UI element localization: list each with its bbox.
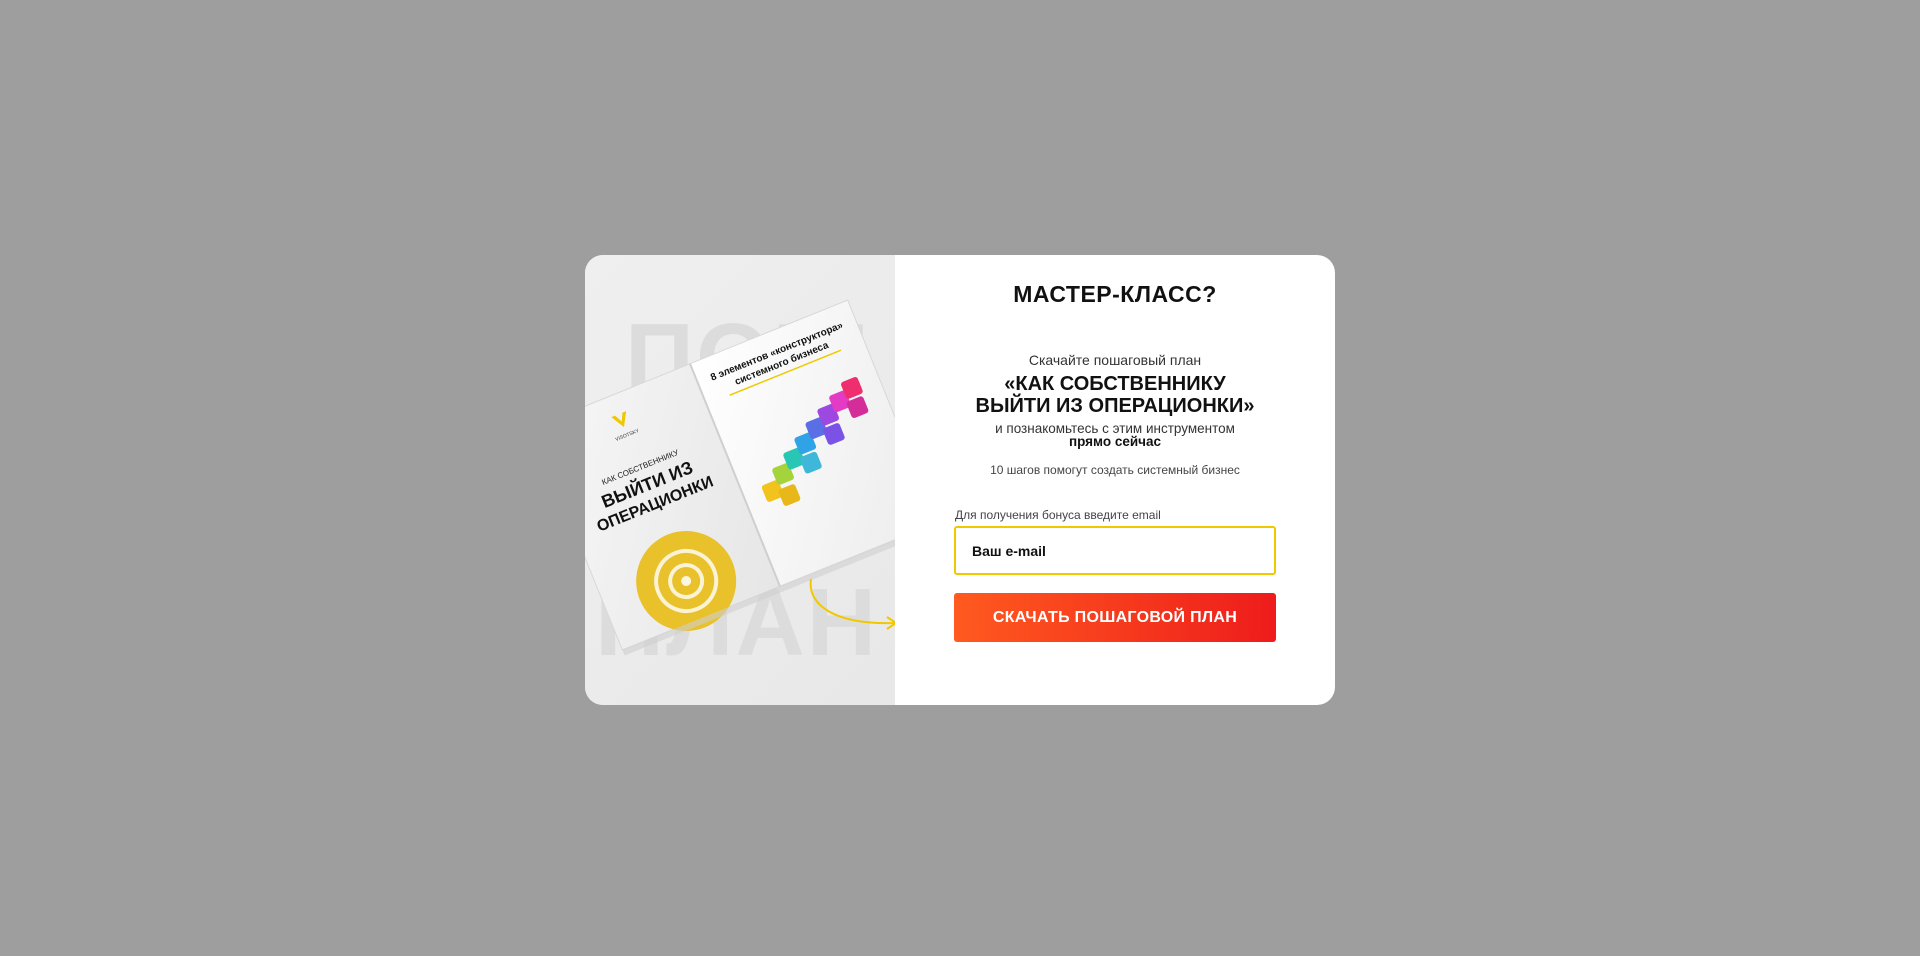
headline-line-2: ВЫЙТИ ИЗ ОПЕРАЦИОНКИ» [975, 395, 1255, 417]
lead-magnet-modal: ПОШ ПЛАН VISOTSKY [585, 255, 1335, 705]
headline-line-1: «КАК СОБСТВЕННИКУ [1004, 373, 1226, 395]
modal-title: МАСТЕР-КЛАСС? [1013, 281, 1217, 307]
modal-headline: «КАК СОБСТВЕННИКУ ВЫЙТИ ИЗ ОПЕРАЦИОНКИ» [895, 373, 1335, 417]
modal-subtitle: Скачайте пошаговый план [1028, 352, 1202, 368]
book-promo-panel: ПОШ ПЛАН VISOTSKY [585, 255, 895, 705]
steps-note: 10 шагов помогут создать системный бизне… [990, 463, 1240, 477]
email-field-label: Для получения бонуса введите email [955, 508, 1161, 522]
description-line-2: прямо сейчас [1068, 434, 1162, 449]
lead-form-panel: МАСТЕР-КЛАСС? Скачайте пошаговый план «К… [895, 255, 1335, 705]
download-plan-button[interactable]: СКАЧАТЬ ПОШАГОВОЙ ПЛАН [954, 593, 1276, 642]
curved-arrow-icon [809, 578, 895, 630]
email-field[interactable] [954, 526, 1276, 575]
